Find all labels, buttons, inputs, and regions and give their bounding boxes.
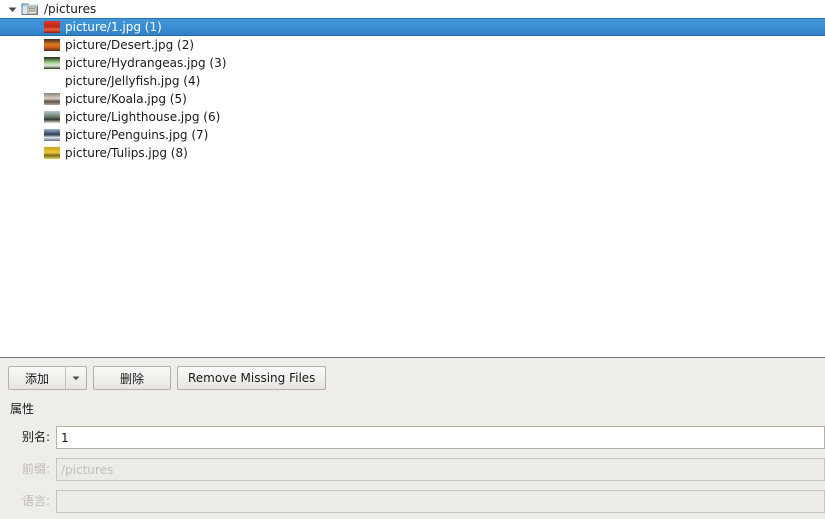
image-thumbnail-icon bbox=[44, 21, 60, 33]
image-thumbnail-icon bbox=[44, 111, 60, 123]
list-item[interactable]: picture/1.jpg (1) bbox=[0, 18, 825, 36]
list-item-label: picture/Lighthouse.jpg (6) bbox=[65, 110, 221, 124]
chevron-down-icon[interactable] bbox=[66, 367, 86, 389]
add-button-label[interactable]: 添加 bbox=[9, 367, 65, 389]
list-item[interactable]: picture/Lighthouse.jpg (6) bbox=[0, 108, 825, 126]
list-item-label: picture/Koala.jpg (5) bbox=[65, 92, 187, 106]
list-toolbar: 添加 删除 Remove Missing Files bbox=[0, 358, 825, 391]
list-item-label: picture/Tulips.jpg (8) bbox=[65, 146, 188, 160]
image-thumbnail-icon bbox=[44, 93, 60, 105]
properties-panel: 添加 删除 Remove Missing Files 属性 别名: 前缀: 语言: bbox=[0, 358, 825, 519]
image-thumbnail-icon bbox=[44, 39, 60, 51]
tree-root-label: /pictures bbox=[44, 2, 97, 16]
chevron-down-icon[interactable] bbox=[4, 0, 21, 18]
property-label: 前缀: bbox=[21, 462, 50, 477]
remove-missing-files-button[interactable]: Remove Missing Files bbox=[177, 366, 327, 391]
list-item[interactable]: picture/Hydrangeas.jpg (3) bbox=[0, 54, 825, 72]
add-button[interactable]: 添加 bbox=[8, 366, 87, 391]
alias-input[interactable] bbox=[56, 426, 825, 450]
file-row-container: picture/1.jpg (1) picture/Desert.jpg (2) p… bbox=[0, 18, 825, 162]
delete-button[interactable]: 删除 bbox=[93, 366, 171, 391]
properties-form: 别名: 前缀: 语言: bbox=[0, 417, 825, 514]
list-item[interactable]: picture/Tulips.jpg (8) bbox=[0, 144, 825, 162]
list-item[interactable]: picture/Penguins.jpg (7) bbox=[0, 126, 825, 144]
list-item[interactable]: picture/Koala.jpg (5) bbox=[0, 90, 825, 108]
image-thumbnail-icon bbox=[44, 147, 60, 159]
properties-section-title: 属性 bbox=[10, 402, 35, 417]
list-item-label: picture/Jellyfish.jpg (4) bbox=[65, 74, 201, 88]
list-item-label: picture/Hydrangeas.jpg (3) bbox=[65, 56, 227, 70]
list-item-label: picture/Penguins.jpg (7) bbox=[65, 128, 209, 142]
list-item-label: picture/Desert.jpg (2) bbox=[65, 38, 195, 52]
property-label: 别名: bbox=[21, 430, 50, 445]
property-label: 语言: bbox=[21, 494, 50, 509]
image-thumbnail-icon bbox=[44, 129, 60, 141]
file-manager-window: /pictures picture/1.jpg (1) picture/Deser… bbox=[0, 0, 825, 519]
language-input bbox=[56, 490, 825, 514]
list-item[interactable]: picture/Desert.jpg (2) bbox=[0, 36, 825, 54]
property-row: 语言: bbox=[0, 490, 825, 514]
property-row: 别名: bbox=[0, 426, 825, 450]
file-list-panel[interactable]: /pictures picture/1.jpg (1) picture/Deser… bbox=[0, 0, 825, 359]
image-thumbnail-icon bbox=[44, 75, 60, 87]
list-item[interactable]: picture/Jellyfish.jpg (4) bbox=[0, 72, 825, 90]
folder-icon bbox=[21, 1, 39, 17]
list-item-label: picture/1.jpg (1) bbox=[65, 20, 162, 34]
property-row: 前缀: bbox=[0, 458, 825, 482]
tree-root-row[interactable]: /pictures bbox=[0, 0, 825, 18]
prefix-input bbox=[56, 458, 825, 482]
image-thumbnail-icon bbox=[44, 57, 60, 69]
